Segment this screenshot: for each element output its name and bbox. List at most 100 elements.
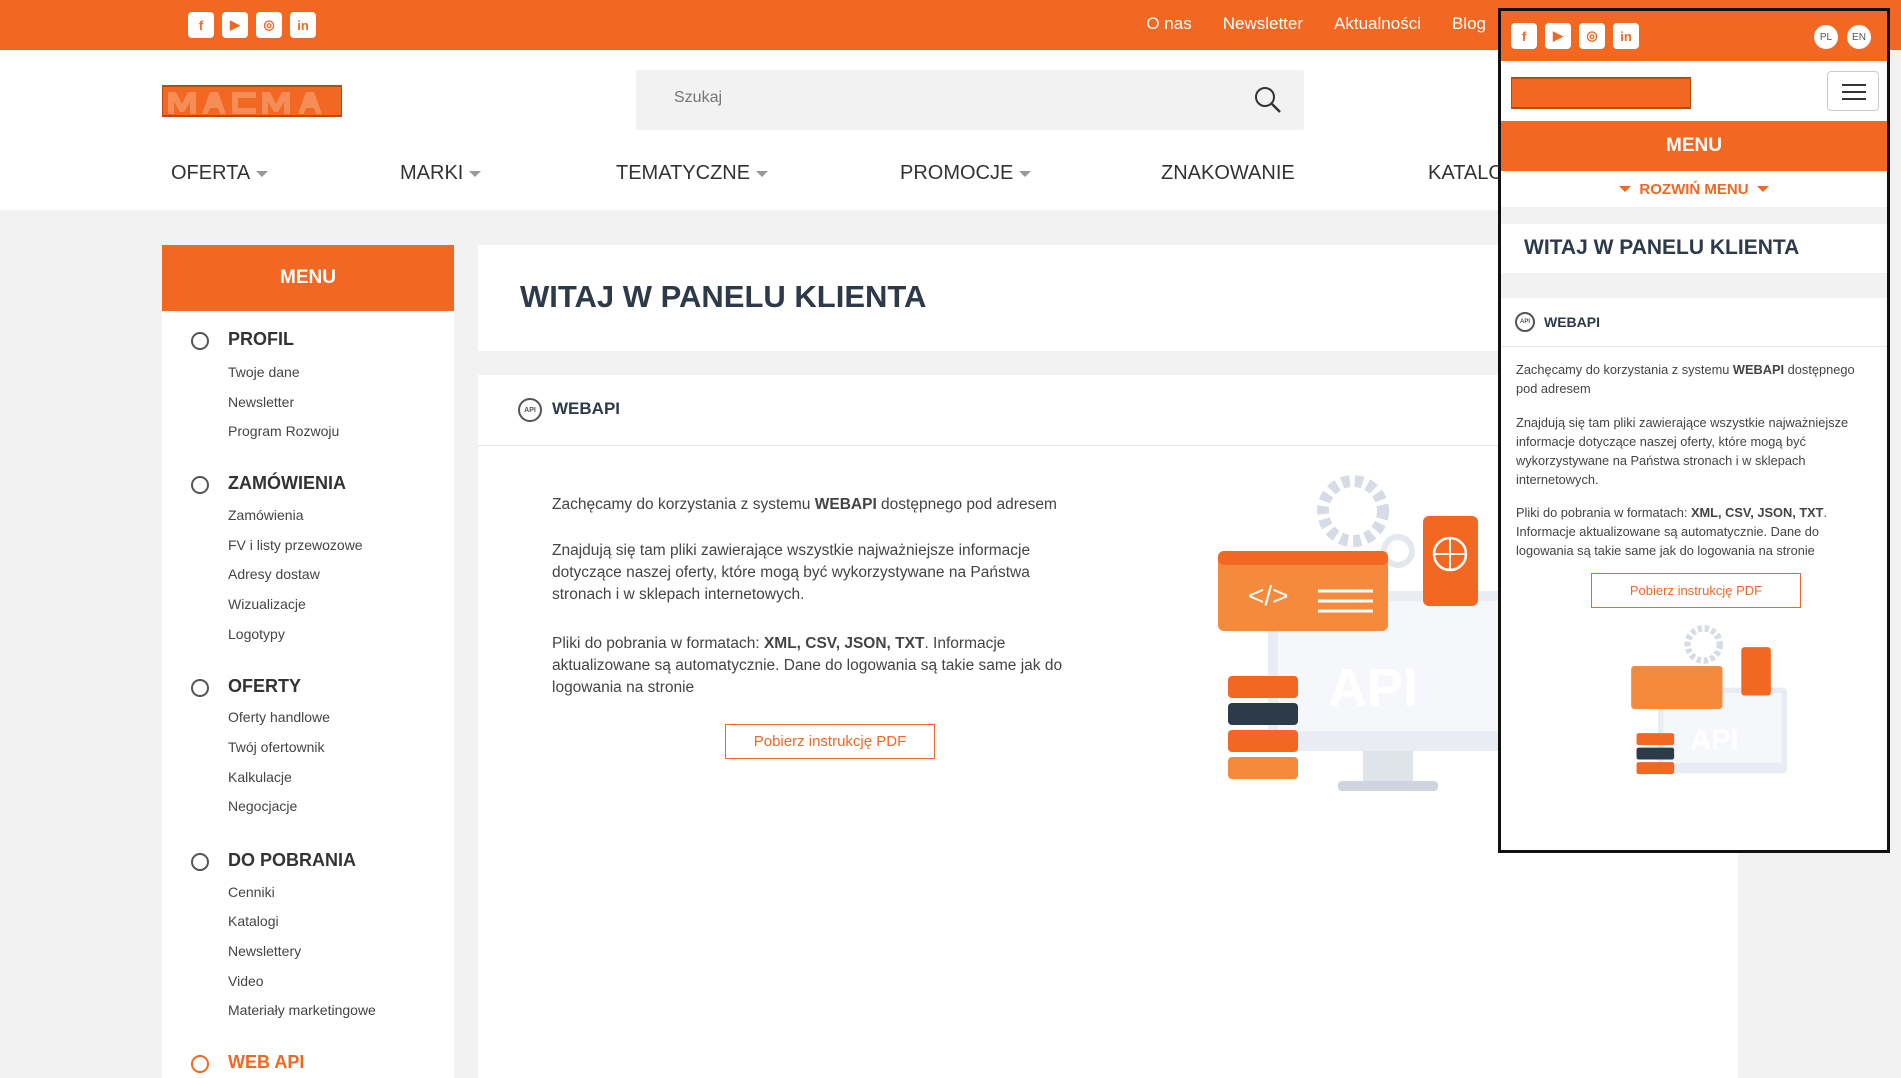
user-icon	[191, 332, 209, 350]
sidebar-item-newsletter[interactable]: Newsletter	[228, 394, 294, 410]
chevron-down-icon	[1619, 186, 1632, 192]
instagram-icon[interactable]: ◎	[256, 12, 282, 38]
api-icon: API	[518, 398, 542, 422]
formats-paragraph: Pliki do pobrania w formatach: XML, CSV,…	[552, 633, 1092, 699]
chevron-down-icon	[1756, 186, 1769, 192]
linkedin-icon[interactable]: in	[290, 12, 316, 38]
facebook-icon[interactable]: f	[188, 12, 214, 38]
youtube-icon[interactable]: ▶	[222, 12, 248, 38]
nav-oferta[interactable]: OFERTA	[171, 162, 269, 185]
page-title: WITAJ W PANELU KLIENTA	[520, 279, 927, 314]
linkedin-icon[interactable]: in	[1613, 23, 1639, 49]
social-links: f ▶ ◎ in	[188, 12, 316, 38]
youtube-icon[interactable]: ▶	[1545, 23, 1571, 49]
files-paragraph: Znajdują się tam pliki zawierające wszys…	[552, 542, 1031, 603]
expand-menu-toggle[interactable]: ROZWIŃ MENU	[1501, 171, 1887, 207]
mobile-social-links: f ▶ ◎ in	[1511, 23, 1639, 49]
mobile-welcome-box: WITAJ W PANELU KLIENTA	[1501, 224, 1887, 273]
chevron-down-icon	[469, 170, 482, 177]
link-o-nas[interactable]: O nas	[1146, 14, 1191, 34]
formats-bold: XML, CSV, JSON, TXT	[763, 635, 925, 652]
sidebar-title-do-pobrania[interactable]: DO POBRANIA	[228, 850, 356, 871]
chevron-down-icon	[256, 170, 269, 177]
expand-menu-label: ROZWIŃ MENU	[1639, 180, 1749, 198]
mobile-panel-title: WEBAPI	[1544, 314, 1600, 330]
chevron-down-icon	[756, 170, 769, 177]
sidebar-item-fv[interactable]: FV i listy przewozowe	[228, 537, 363, 553]
link-blog[interactable]: Blog	[1452, 14, 1486, 34]
download-pdf-button[interactable]: Pobierz instrukcję PDF	[725, 724, 935, 759]
nav-promocje[interactable]: PROMOCJE	[900, 162, 1032, 185]
code-glyph: </>	[1248, 580, 1288, 611]
mobile-preview: f ▶ ◎ in PL EN MENU ROZWIŃ MENU WITAJ W …	[1498, 8, 1890, 853]
sidebar-item-adresy[interactable]: Adresy dostaw	[228, 566, 320, 582]
sidebar-item-oferty-handlowe[interactable]: Oferty handlowe	[228, 709, 330, 725]
macma-logo[interactable]	[1511, 72, 1691, 110]
sidebar-item-negocjacje[interactable]: Negocjacje	[228, 798, 297, 814]
sidebar-item-newslettery[interactable]: Newslettery	[228, 943, 301, 959]
mobile-intro-bold: WEBAPI	[1732, 362, 1785, 377]
sidebar-item-program-rozwoju[interactable]: Program Rozwoju	[228, 423, 339, 439]
sidebar-item-katalogi[interactable]: Katalogi	[228, 913, 279, 929]
sidebar-item-wizualizacje[interactable]: Wizualizacje	[228, 596, 306, 612]
nav-oferta-label: OFERTA	[171, 162, 251, 184]
sidebar-title-profil[interactable]: PROFIL	[228, 329, 294, 350]
nav-katalogi[interactable]: KATALO	[1428, 162, 1504, 185]
mobile-files-paragraph: Znajdują się tam pliki zawierające wszys…	[1516, 415, 1849, 487]
sidebar-item-video[interactable]: Video	[228, 973, 264, 989]
search-bar	[636, 70, 1304, 130]
sidebar-item-cenniki[interactable]: Cenniki	[228, 884, 275, 900]
sidebar-item-twoje-dane[interactable]: Twoje dane	[228, 364, 300, 380]
sidebar-title-web-api[interactable]: WEB API	[228, 1052, 304, 1073]
facebook-icon[interactable]: f	[1511, 23, 1537, 49]
instagram-icon[interactable]: ◎	[1579, 23, 1605, 49]
mobile-formats-text: Pliki do pobrania w formatach:	[1516, 505, 1691, 520]
sidebar: MENU PROFIL Twoje dane Newsletter Progra…	[162, 245, 454, 1078]
nav-tematyczne[interactable]: TEMATYCZNE	[616, 162, 769, 185]
main-navigation: OFERTA MARKI TEMATYCZNE PROMOCJE ZNAKOWA…	[0, 162, 1504, 192]
nav-znakowanie[interactable]: ZNAKOWANIE	[1161, 162, 1295, 185]
mobile-intro-paragraph: Zachęcamy do korzystania z systemu WEBAP…	[1516, 360, 1871, 398]
mobile-formats-paragraph: Pliki do pobrania w formatach: XML, CSV,…	[1516, 503, 1871, 560]
macma-logo[interactable]	[162, 80, 342, 118]
mobile-api-illustration-text: API	[1690, 724, 1738, 756]
sidebar-item-kalkulacje[interactable]: Kalkulacje	[228, 769, 292, 785]
lang-pl[interactable]: PL	[1814, 25, 1838, 49]
sidebar-item-ofertownik[interactable]: Twój ofertownik	[228, 739, 324, 755]
sidebar-title-zamowienia[interactable]: ZAMÓWIENIA	[228, 473, 346, 494]
api-illustration-text: API	[1328, 658, 1418, 718]
formats-text: Pliki do pobrania w formatach:	[552, 635, 764, 652]
mobile-api-illustration: API	[1631, 625, 1787, 774]
sidebar-menu-header: MENU	[162, 245, 454, 311]
link-newsletter[interactable]: Newsletter	[1223, 14, 1303, 34]
hamburger-menu-button[interactable]	[1827, 71, 1879, 111]
intro-paragraph: Zachęcamy do korzystania z systemu WEBAP…	[552, 494, 1092, 516]
nav-promocje-label: PROMOCJE	[900, 162, 1014, 184]
mobile-formats-bold: XML, CSV, JSON, TXT	[1690, 505, 1824, 520]
link-aktualnosci[interactable]: Aktualności	[1334, 14, 1421, 34]
intro-text: Zachęcamy do korzystania z systemu	[552, 496, 815, 513]
divider	[1501, 346, 1887, 347]
mobile-top-bar: f ▶ ◎ in PL EN	[1501, 11, 1887, 61]
chevron-down-icon	[1019, 170, 1032, 177]
download-icon	[191, 853, 209, 871]
intro-text-end: dostępnego pod adresem	[876, 496, 1057, 513]
mobile-menu-header: MENU	[1501, 121, 1887, 171]
intro-webapi-bold: WEBAPI	[814, 496, 877, 513]
search-icon[interactable]	[1254, 86, 1282, 114]
mobile-download-pdf-button[interactable]: Pobierz instrukcję PDF	[1591, 573, 1801, 608]
sidebar-item-logotypy[interactable]: Logotypy	[228, 626, 285, 642]
lang-en[interactable]: EN	[1847, 25, 1871, 49]
search-input[interactable]	[672, 88, 1236, 108]
api-illustration: </> API	[1218, 475, 1498, 791]
orders-icon	[191, 476, 209, 494]
mobile-header	[1501, 61, 1887, 121]
nav-marki[interactable]: MARKI	[400, 162, 482, 185]
hamburger-line	[1842, 91, 1866, 93]
sidebar-item-materialy[interactable]: Materiały marketingowe	[228, 1002, 376, 1018]
hamburger-line	[1842, 98, 1866, 100]
mobile-intro-text: Zachęcamy do korzystania z systemu	[1516, 362, 1733, 377]
hamburger-line	[1842, 84, 1866, 86]
sidebar-item-zamowienia[interactable]: Zamówienia	[228, 507, 303, 523]
sidebar-title-oferty[interactable]: OFERTY	[228, 676, 301, 697]
